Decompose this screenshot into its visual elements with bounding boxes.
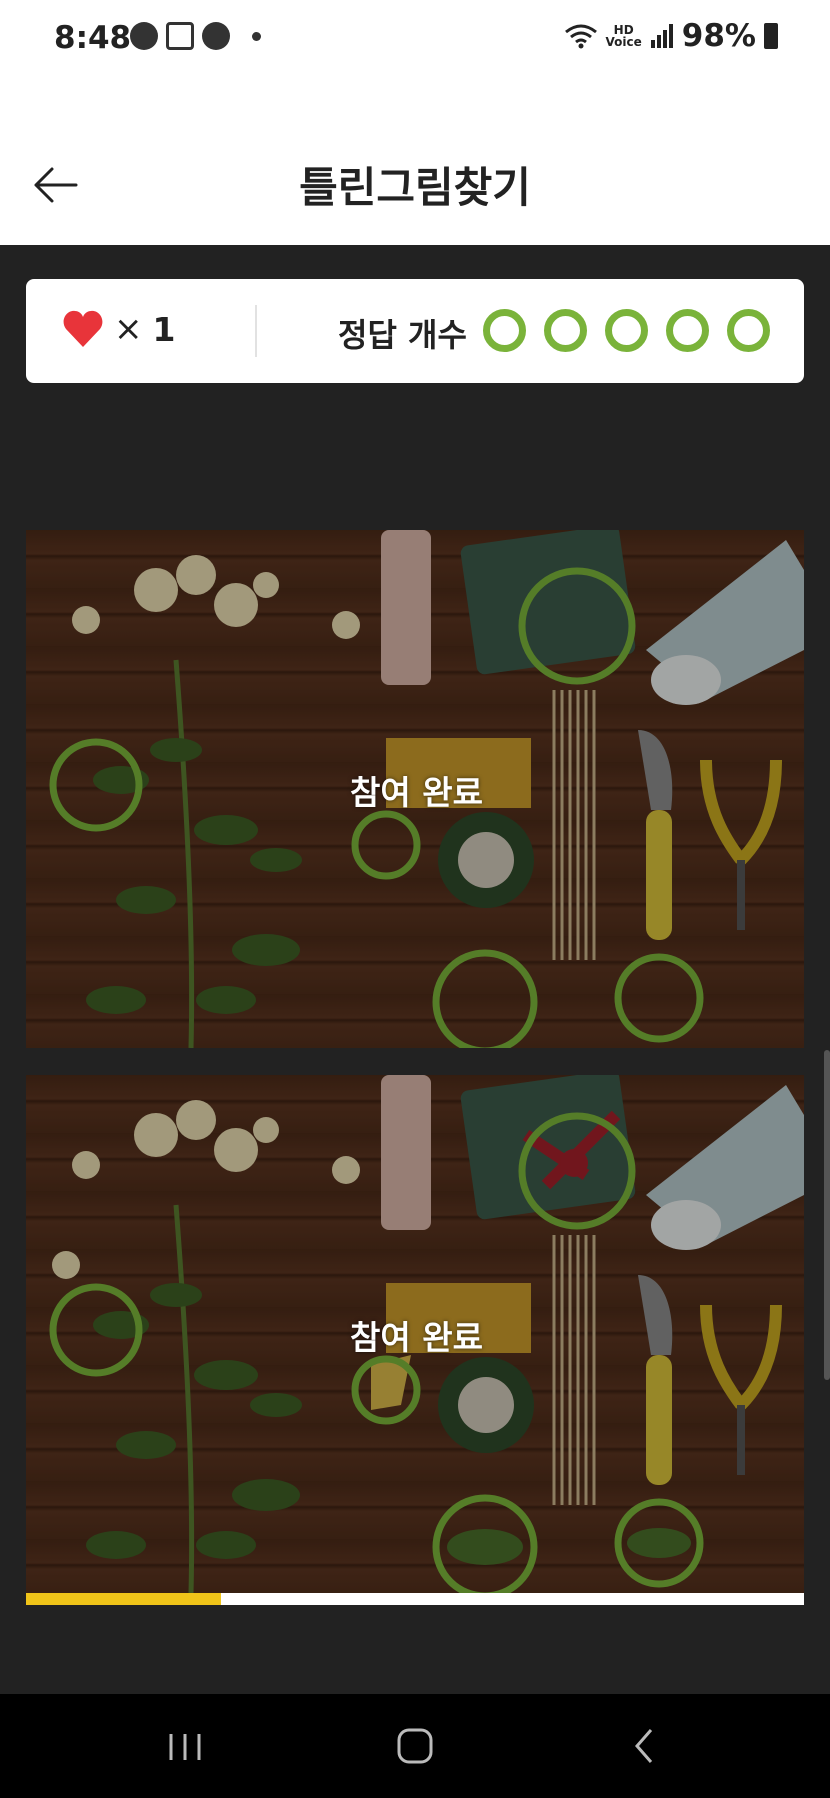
lock-icon	[202, 22, 230, 50]
participation-complete-label: 참여 완료	[350, 773, 483, 812]
heart-icon	[63, 310, 103, 347]
lives-count: 1	[152, 309, 176, 349]
answer-dot-1	[483, 309, 526, 352]
status-time: 8:48	[54, 20, 132, 56]
lives-counter: × 1	[62, 309, 175, 349]
participation-complete-label-2: 참여 완료	[350, 1318, 483, 1357]
app-header: 틀린그림찾기	[0, 80, 830, 245]
lives-multiplier: ×	[114, 309, 143, 349]
timer-progress-fill	[26, 1593, 221, 1605]
more-notifications-dot	[252, 31, 261, 41]
fan-icon	[130, 22, 158, 50]
answer-dot-4	[666, 309, 709, 352]
home-icon[interactable]	[385, 1720, 445, 1772]
score-card: × 1 정답 개수	[26, 279, 804, 383]
puzzle-image-modified[interactable]: 참여 완료	[26, 1075, 804, 1593]
hd-voice-icon: HD Voice	[605, 23, 642, 49]
system-nav-bar	[0, 1694, 830, 1798]
scrollbar[interactable]	[824, 1050, 830, 1380]
recents-icon[interactable]	[155, 1720, 215, 1772]
battery-percent: 98%	[681, 18, 756, 54]
answer-dot-3	[605, 309, 648, 352]
signal-icon	[650, 24, 673, 48]
nav-back-icon[interactable]	[615, 1720, 675, 1772]
page-title: 틀린그림찾기	[299, 163, 531, 212]
status-notification-icons	[130, 22, 261, 50]
status-system-icons: HD Voice 98%	[564, 18, 778, 54]
timer-progress-bar	[26, 1593, 804, 1605]
answer-count-label: 정답 개수	[338, 316, 467, 354]
puzzle-image-original[interactable]: 참여 완료	[26, 530, 804, 1048]
divider	[255, 305, 257, 357]
battery-icon	[764, 23, 778, 49]
answer-dot-2	[544, 309, 587, 352]
answer-dot-5	[727, 309, 770, 352]
status-bar: 8:48 HD Voice 98%	[0, 0, 830, 80]
apps-icon	[166, 22, 194, 50]
answer-indicators	[483, 309, 770, 352]
wifi-icon	[564, 24, 597, 49]
